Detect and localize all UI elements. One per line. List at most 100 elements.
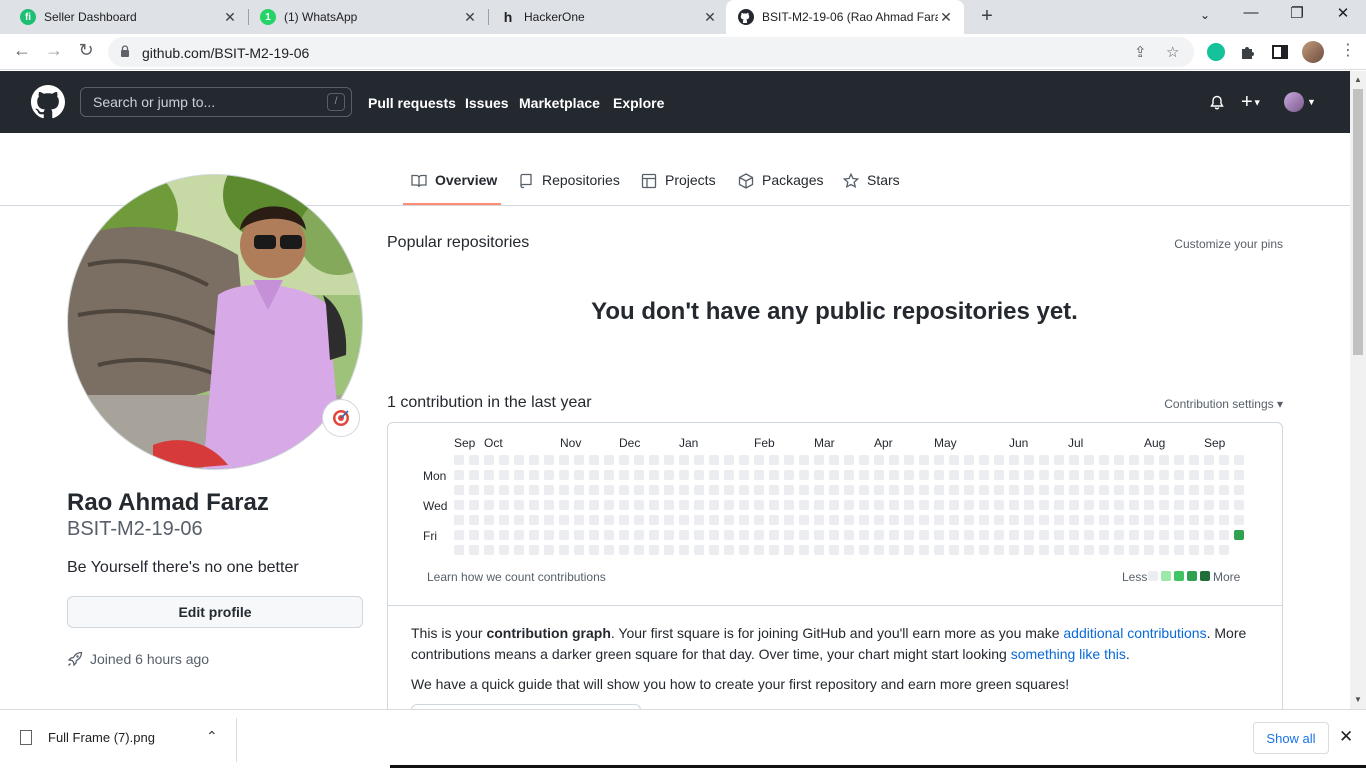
contribution-day-cell[interactable] <box>919 530 929 540</box>
contribution-day-cell[interactable] <box>1009 545 1019 555</box>
contribution-day-cell[interactable] <box>1039 530 1049 540</box>
github-search-input[interactable]: Search or jump to... / <box>80 87 352 117</box>
contribution-day-cell[interactable] <box>709 485 719 495</box>
contribution-day-cell[interactable] <box>994 485 1004 495</box>
contribution-day-cell[interactable] <box>964 515 974 525</box>
contribution-day-cell[interactable] <box>1069 470 1079 480</box>
contribution-day-cell[interactable] <box>1069 455 1079 465</box>
tab-search-chevron-icon[interactable]: ⌄ <box>1193 8 1217 22</box>
contribution-day-cell[interactable] <box>664 545 674 555</box>
contribution-day-cell[interactable] <box>1204 515 1214 525</box>
chevron-up-icon[interactable]: ⌃ <box>206 728 218 745</box>
contribution-day-cell[interactable] <box>799 470 809 480</box>
contribution-day-cell[interactable] <box>679 500 689 510</box>
contribution-day-cell[interactable] <box>544 530 554 540</box>
contribution-day-cell[interactable] <box>949 500 959 510</box>
contribution-day-cell[interactable] <box>1054 485 1064 495</box>
contribution-day-cell[interactable] <box>784 515 794 525</box>
contribution-day-cell[interactable] <box>844 455 854 465</box>
contribution-day-cell[interactable] <box>1054 530 1064 540</box>
contribution-day-cell[interactable] <box>769 500 779 510</box>
contribution-day-cell[interactable] <box>889 455 899 465</box>
contribution-day-cell[interactable] <box>799 485 809 495</box>
contribution-day-cell[interactable] <box>724 515 734 525</box>
contribution-day-cell[interactable] <box>709 530 719 540</box>
contribution-day-cell[interactable] <box>559 455 569 465</box>
contribution-day-cell[interactable] <box>904 545 914 555</box>
contribution-day-cell[interactable] <box>1174 515 1184 525</box>
contribution-day-cell[interactable] <box>1069 485 1079 495</box>
contribution-day-cell[interactable] <box>1234 530 1244 540</box>
contribution-day-cell[interactable] <box>994 530 1004 540</box>
nav-pull-requests[interactable]: Pull requests <box>368 95 456 111</box>
contribution-day-cell[interactable] <box>709 500 719 510</box>
contribution-day-cell[interactable] <box>1039 485 1049 495</box>
contribution-day-cell[interactable] <box>934 455 944 465</box>
contribution-day-cell[interactable] <box>604 500 614 510</box>
contribution-day-cell[interactable] <box>889 515 899 525</box>
minimize-icon[interactable]: — <box>1239 4 1263 21</box>
contribution-day-cell[interactable] <box>769 515 779 525</box>
contribution-day-cell[interactable] <box>1084 500 1094 510</box>
contribution-day-cell[interactable] <box>589 530 599 540</box>
new-tab-icon[interactable]: + <box>976 5 998 28</box>
contribution-day-cell[interactable] <box>649 485 659 495</box>
contribution-day-cell[interactable] <box>1159 470 1169 480</box>
contribution-day-cell[interactable] <box>694 530 704 540</box>
contribution-day-cell[interactable] <box>904 530 914 540</box>
contribution-day-cell[interactable] <box>1009 530 1019 540</box>
nav-issues[interactable]: Issues <box>465 95 509 111</box>
contribution-day-cell[interactable] <box>694 455 704 465</box>
contribution-day-cell[interactable] <box>919 485 929 495</box>
contribution-day-cell[interactable] <box>544 470 554 480</box>
contribution-day-cell[interactable] <box>1114 530 1124 540</box>
contribution-day-cell[interactable] <box>1129 545 1139 555</box>
contribution-day-cell[interactable] <box>859 500 869 510</box>
contribution-day-cell[interactable] <box>724 545 734 555</box>
contribution-day-cell[interactable] <box>1009 485 1019 495</box>
contribution-day-cell[interactable] <box>874 500 884 510</box>
browser-tab-github[interactable]: BSIT-M2-19-06 (Rao Ahmad Faraz) ✕ <box>726 0 964 34</box>
contribution-day-cell[interactable] <box>664 470 674 480</box>
contribution-day-cell[interactable] <box>1174 500 1184 510</box>
contribution-day-cell[interactable] <box>634 455 644 465</box>
contribution-day-cell[interactable] <box>964 455 974 465</box>
contribution-day-cell[interactable] <box>889 470 899 480</box>
contribution-day-cell[interactable] <box>1069 530 1079 540</box>
contribution-day-cell[interactable] <box>1099 500 1109 510</box>
contribution-day-cell[interactable] <box>1054 470 1064 480</box>
contribution-day-cell[interactable] <box>1024 545 1034 555</box>
close-download-bar-icon[interactable]: ✕ <box>1339 727 1353 747</box>
contribution-day-cell[interactable] <box>754 485 764 495</box>
contribution-day-cell[interactable] <box>499 545 509 555</box>
contribution-day-cell[interactable] <box>679 545 689 555</box>
contribution-day-cell[interactable] <box>934 545 944 555</box>
contribution-day-cell[interactable] <box>994 515 1004 525</box>
contribution-day-cell[interactable] <box>829 515 839 525</box>
contribution-day-cell[interactable] <box>874 455 884 465</box>
share-icon[interactable]: ⇪ <box>1134 43 1147 61</box>
contribution-day-cell[interactable] <box>754 500 764 510</box>
contribution-day-cell[interactable] <box>1054 455 1064 465</box>
tab-repositories[interactable]: Repositories <box>518 172 620 205</box>
contribution-day-cell[interactable] <box>1234 485 1244 495</box>
contribution-day-cell[interactable] <box>469 455 479 465</box>
back-icon[interactable]: ← <box>10 40 34 61</box>
contribution-day-cell[interactable] <box>724 455 734 465</box>
browser-tab-whatsapp[interactable]: 1 (1) WhatsApp ✕ <box>240 0 488 34</box>
contribution-day-cell[interactable] <box>1159 515 1169 525</box>
contribution-day-cell[interactable] <box>694 545 704 555</box>
contribution-day-cell[interactable] <box>634 530 644 540</box>
contribution-day-cell[interactable] <box>514 500 524 510</box>
contribution-day-cell[interactable] <box>559 515 569 525</box>
contribution-day-cell[interactable] <box>1189 545 1199 555</box>
contribution-day-cell[interactable] <box>964 470 974 480</box>
extensions-puzzle-icon[interactable] <box>1239 43 1257 61</box>
contribution-day-cell[interactable] <box>889 485 899 495</box>
contribution-day-cell[interactable] <box>1174 530 1184 540</box>
contribution-day-cell[interactable] <box>529 485 539 495</box>
show-all-downloads-button[interactable]: Show all <box>1253 722 1329 754</box>
contribution-day-cell[interactable] <box>514 485 524 495</box>
contribution-day-cell[interactable] <box>544 455 554 465</box>
contribution-day-cell[interactable] <box>1189 530 1199 540</box>
